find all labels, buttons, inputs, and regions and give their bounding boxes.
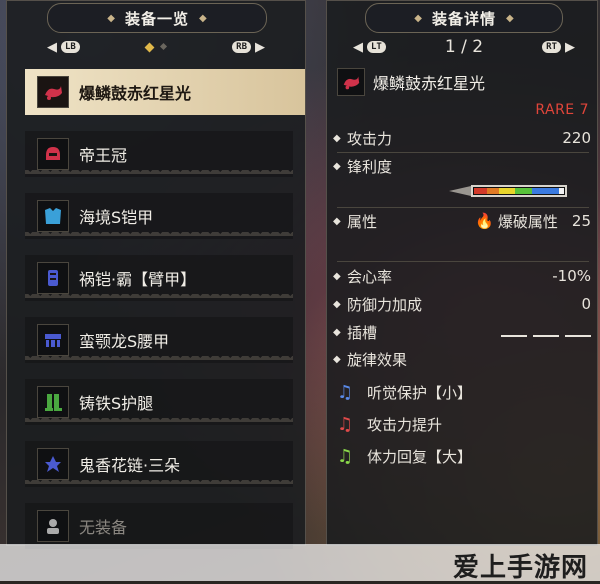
- equipment-detail-panel: ◆ 装备详情 ◆ ◀ LT 1 / 2 RT ▶ 爆鳞鼓赤红星光 RARE 7 …: [326, 0, 598, 546]
- equipment-item-waist[interactable]: 蛮颚龙S腰甲: [25, 317, 293, 363]
- equipment-item-legs[interactable]: 铸铁S护腿: [25, 379, 293, 425]
- equipment-item-label: 祸铠·霸【臂甲】: [79, 270, 197, 289]
- rt-button[interactable]: RT: [542, 41, 561, 53]
- stat-defense-bonus: ◆ 防御力加成 0: [333, 293, 591, 315]
- melody-label: 体力回复【大】: [367, 447, 473, 466]
- horn-weapon-icon: [37, 76, 69, 108]
- sharpness-segment: [486, 188, 500, 194]
- sharpness-gauge: [449, 181, 579, 201]
- diamond-bullet-icon: ◆: [333, 215, 341, 227]
- equipment-list-nav: ◀ LB RB ▶: [47, 37, 265, 57]
- diamond-bullet-icon: ◆: [333, 326, 341, 338]
- stat-element: ◆ 属性 🔥 爆破属性 25: [333, 210, 591, 232]
- equipment-detail-nav: ◀ LT 1 / 2 RT ▶: [353, 37, 575, 57]
- chest-armor-icon: [37, 200, 69, 232]
- music-note-icon: ♫: [337, 381, 354, 403]
- diamond-bullet-icon: ◆: [333, 132, 341, 144]
- empty-slots: [495, 323, 591, 341]
- sharpness-segment: [558, 188, 564, 194]
- stat-label: 攻击力: [347, 129, 393, 148]
- equipment-item-empty[interactable]: 无装备: [25, 503, 293, 549]
- stat-attack: ◆ 攻击力 220: [333, 127, 591, 149]
- detail-weapon-name-row: 爆鳞鼓赤红星光: [337, 67, 591, 97]
- stat-value: 220: [562, 129, 591, 147]
- equipment-item-weapon[interactable]: 爆鳞鼓赤红星光: [25, 69, 305, 115]
- sharpness-segment: [474, 188, 487, 194]
- music-note-icon: ♫: [337, 445, 354, 467]
- melody-effect-1: ♫ 听觉保护【小】: [337, 379, 591, 405]
- stat-value: 25: [571, 212, 591, 230]
- page-dot: [159, 42, 168, 50]
- element-name: 爆破属性: [497, 212, 558, 231]
- stat-label: 插槽: [347, 323, 378, 342]
- stat-melody: ◆ 旋律效果: [333, 348, 591, 370]
- equipment-item-label: 海境S铠甲: [79, 208, 154, 227]
- stat-label: 防御力加成: [347, 295, 423, 314]
- equipment-item-chest[interactable]: 海境S铠甲: [25, 193, 293, 239]
- empty-slot-dash: [533, 335, 559, 337]
- stat-affinity: ◆ 会心率 -10%: [333, 265, 591, 287]
- equipment-item-label: 无装备: [79, 518, 128, 537]
- stat-label: 旋律效果: [347, 350, 408, 369]
- equipment-item-head[interactable]: 帝王冠: [25, 131, 293, 177]
- equipment-list-panel: ◆ 装备一览 ◆ ◀ LB RB ▶ 爆鳞鼓赤红星光 帝王冠 海境S铠甲 祸铠·…: [6, 0, 306, 549]
- blade-tip-icon: [449, 186, 471, 196]
- detail-weapon-name: 爆鳞鼓赤红星光: [373, 74, 486, 93]
- sharpness-segment: [515, 188, 532, 194]
- rarity-badge: RARE 7: [535, 102, 589, 118]
- empty-slot-icon: [37, 510, 69, 542]
- equipment-item-label: 帝王冠: [79, 146, 128, 165]
- lb-button[interactable]: LB: [61, 41, 80, 53]
- sharpness-bar: [471, 185, 567, 197]
- stat-label: 会心率: [347, 267, 393, 286]
- sharpness-segment: [531, 188, 559, 194]
- empty-slot-dash: [565, 335, 591, 337]
- waist-armor-icon: [37, 324, 69, 356]
- charm-icon: [37, 448, 69, 480]
- arm-armor-icon: [37, 262, 69, 294]
- detail-page-indicator: 1 / 2: [444, 37, 484, 57]
- rb-button[interactable]: RB: [232, 41, 251, 53]
- equipment-item-label: 鬼香花链·三朵: [79, 456, 181, 475]
- horn-weapon-icon: [337, 68, 365, 96]
- next-arrow-icon[interactable]: ▶: [255, 40, 265, 55]
- equipment-detail-title: 装备详情: [431, 9, 496, 28]
- prev-arrow-icon[interactable]: ◀: [47, 40, 57, 55]
- lt-button[interactable]: LT: [367, 41, 386, 53]
- diamond-bullet-icon: ◆: [333, 298, 341, 310]
- equipment-detail-header: ◆ 装备详情 ◆: [365, 3, 563, 33]
- leg-armor-icon: [37, 386, 69, 418]
- equipment-list-title: 装备一览: [124, 9, 189, 28]
- stat-sharpness: ◆ 锋利度: [333, 155, 591, 177]
- prev-arrow-icon[interactable]: ◀: [353, 40, 363, 55]
- stat-value: -10%: [552, 267, 591, 285]
- fire-blast-icon: 🔥: [475, 212, 494, 230]
- melody-effect-2: ♫ 攻击力提升: [337, 411, 591, 437]
- melody-label: 听觉保护【小】: [367, 383, 473, 402]
- diamond-bullet-icon: ◆: [333, 160, 341, 172]
- diamond-bullet-icon: ◆: [333, 270, 341, 282]
- stat-label: 属性: [347, 212, 378, 231]
- equipment-item-label: 蛮颚龙S腰甲: [79, 332, 170, 351]
- page-dot-active: [144, 42, 155, 52]
- equipment-item-arms[interactable]: 祸铠·霸【臂甲】: [25, 255, 293, 301]
- equipment-item-charm[interactable]: 鬼香花链·三朵: [25, 441, 293, 487]
- stat-value: 0: [581, 295, 591, 313]
- next-arrow-icon[interactable]: ▶: [565, 40, 575, 55]
- diamond-bullet-icon: ◆: [333, 353, 341, 365]
- watermark-text: 爱上手游网: [452, 553, 588, 583]
- equipment-list-header: ◆ 装备一览 ◆: [47, 3, 267, 33]
- equipment-item-label: 爆鳞鼓赤红星光: [79, 84, 192, 103]
- stat-slots: ◆ 插槽: [333, 321, 591, 343]
- melody-label: 攻击力提升: [367, 415, 443, 434]
- site-watermark: 爱上手游网: [0, 544, 600, 583]
- stat-label: 锋利度: [347, 157, 393, 176]
- sharpness-segment: [499, 188, 516, 194]
- music-note-icon: ♫: [337, 413, 354, 435]
- empty-slot-dash: [501, 335, 527, 337]
- melody-effect-3: ♫ 体力回复【大】: [337, 443, 591, 469]
- equipment-item-label: 铸铁S护腿: [79, 394, 154, 413]
- helmet-icon: [37, 138, 69, 170]
